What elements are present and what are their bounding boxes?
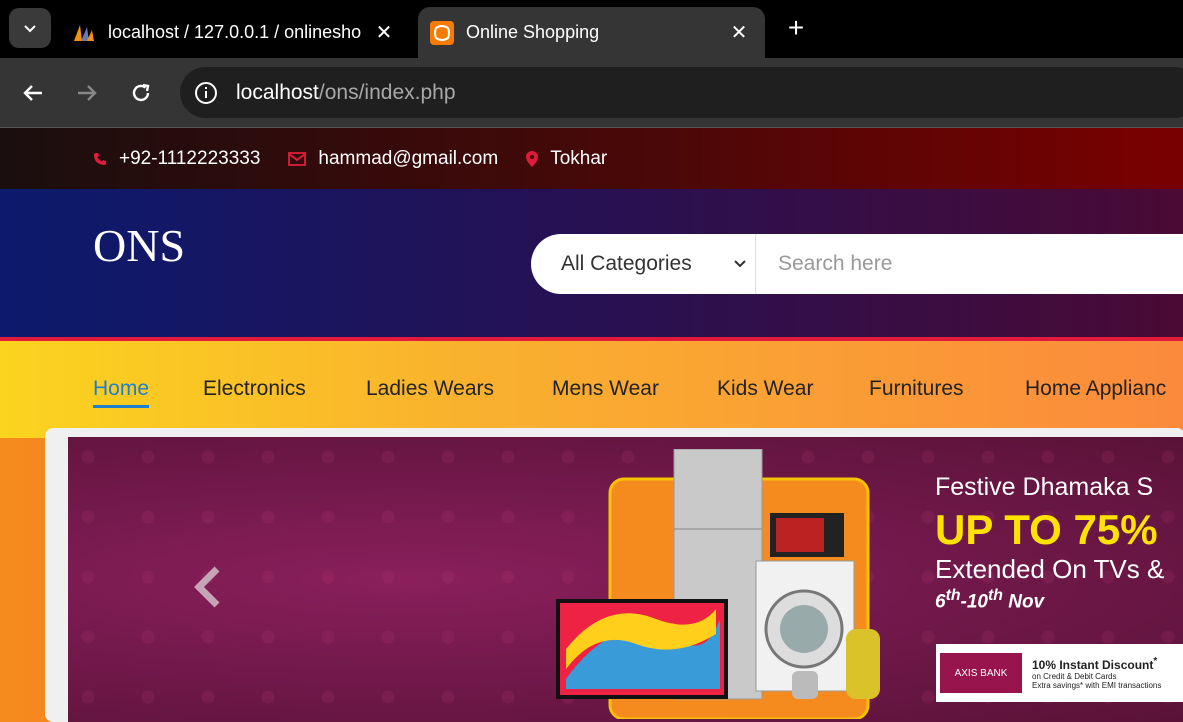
- search-input[interactable]: [756, 252, 1156, 276]
- appliances-image: [556, 449, 880, 719]
- reload-button[interactable]: [124, 76, 158, 110]
- date-end: -10: [960, 591, 988, 613]
- category-select[interactable]: All Categories: [531, 234, 756, 294]
- email-address[interactable]: hammad@gmail.com: [318, 148, 498, 170]
- close-icon[interactable]: ✕: [725, 20, 753, 45]
- discount-label: 10% Instant Discount: [1032, 658, 1154, 672]
- contact-location: Tokhar: [526, 148, 607, 170]
- date-start: 6: [935, 591, 946, 613]
- back-button[interactable]: [16, 76, 50, 110]
- browser-tab-active[interactable]: Online Shopping ✕: [418, 7, 765, 58]
- main-nav: Home Electronics Ladies Wears Mens Wear …: [0, 341, 1183, 438]
- browser-toolbar: localhost/ons/index.php: [0, 58, 1183, 128]
- date-start-sup: th: [945, 587, 961, 604]
- discount-text: 10% Instant Discount*: [1032, 656, 1161, 672]
- promo-subline: Extended On TVs &: [935, 554, 1165, 584]
- promo-date: 6th-10th Nov: [935, 587, 1164, 613]
- arrow-left-icon: [23, 85, 42, 101]
- contact-bar: +92-1112223333 hammad@gmail.com Tokhar: [0, 128, 1183, 189]
- new-tab-button[interactable]: +: [782, 12, 810, 44]
- map-marker-icon: [526, 150, 539, 167]
- date-end-sup: th: [988, 587, 1003, 604]
- promo-title: Festive Dhamaka S: [935, 473, 1154, 501]
- phpmyadmin-icon: [74, 24, 94, 41]
- contact-email: hammad@gmail.com: [288, 148, 498, 170]
- banner-slide[interactable]: Festive Dhamaka S UP TO 75% Extended On …: [68, 437, 1183, 722]
- promo-headline: UP TO 75%: [935, 506, 1158, 553]
- site-logo[interactable]: ONS: [93, 219, 185, 272]
- promo-text: Festive Dhamaka S UP TO 75% Extended On …: [935, 473, 1164, 613]
- tab-search-button[interactable]: [9, 8, 51, 48]
- tab-title: localhost / 127.0.0.1 / onlinesho: [108, 22, 362, 42]
- nav-item-mens-wear[interactable]: Mens Wear: [552, 377, 659, 401]
- axis-bank-logo: AXIS BANK: [940, 653, 1022, 693]
- site-header: ONS All Categories: [0, 189, 1183, 341]
- phone-number[interactable]: +92-1112223333: [119, 148, 260, 170]
- web-page: +92-1112223333 hammad@gmail.com Tokhar O…: [0, 128, 1183, 722]
- reload-icon: [132, 83, 150, 102]
- nav-item-electronics[interactable]: Electronics: [203, 377, 306, 401]
- envelope-icon: [288, 151, 307, 166]
- tab-title: Online Shopping: [466, 22, 600, 42]
- close-icon[interactable]: ✕: [370, 20, 398, 45]
- contact-phone: +92-1112223333: [93, 148, 260, 170]
- url-path: /ons/index.php: [318, 80, 456, 104]
- nav-item-home[interactable]: Home: [93, 377, 150, 408]
- discount-sup: *: [1153, 656, 1158, 667]
- category-selected: All Categories: [561, 252, 692, 275]
- arrow-right-icon: [78, 85, 97, 101]
- forward-button[interactable]: [70, 76, 104, 110]
- emi-text: Extra savings* with EMI transactions: [1032, 681, 1162, 690]
- xampp-icon: [430, 20, 454, 45]
- chevron-down-icon: [24, 25, 36, 33]
- nav-item-furnitures[interactable]: Furnitures: [869, 377, 964, 401]
- nav-item-kids-wear[interactable]: Kids Wear: [717, 377, 813, 401]
- bank-offer: AXIS BANK 10% Instant Discount* on Credi…: [936, 644, 1183, 702]
- nav-item-home-appliances[interactable]: Home Applianc: [1025, 377, 1166, 401]
- chevron-left-icon[interactable]: [193, 565, 223, 609]
- browser-tab-bar: localhost / 127.0.0.1 / onlinesho ✕ Onli…: [0, 0, 1183, 58]
- bank-offer-text: 10% Instant Discount* on Credit & Debit …: [1032, 656, 1161, 690]
- chevron-down-icon: [734, 260, 746, 268]
- browser-tab[interactable]: localhost / 127.0.0.1 / onlinesho ✕: [60, 7, 410, 58]
- address-bar[interactable]: localhost/ons/index.php: [180, 67, 1183, 118]
- nav-item-ladies-wears[interactable]: Ladies Wears: [366, 377, 494, 401]
- location-text: Tokhar: [550, 147, 608, 169]
- info-icon[interactable]: [194, 81, 218, 105]
- date-month: Nov: [1002, 591, 1045, 613]
- url-host: localhost: [236, 80, 319, 104]
- phone-icon: [94, 152, 106, 165]
- cards-text: on Credit & Debit Cards: [1032, 672, 1117, 681]
- url-text: localhost/ons/index.php: [236, 81, 456, 105]
- search-bar: All Categories: [531, 234, 1183, 294]
